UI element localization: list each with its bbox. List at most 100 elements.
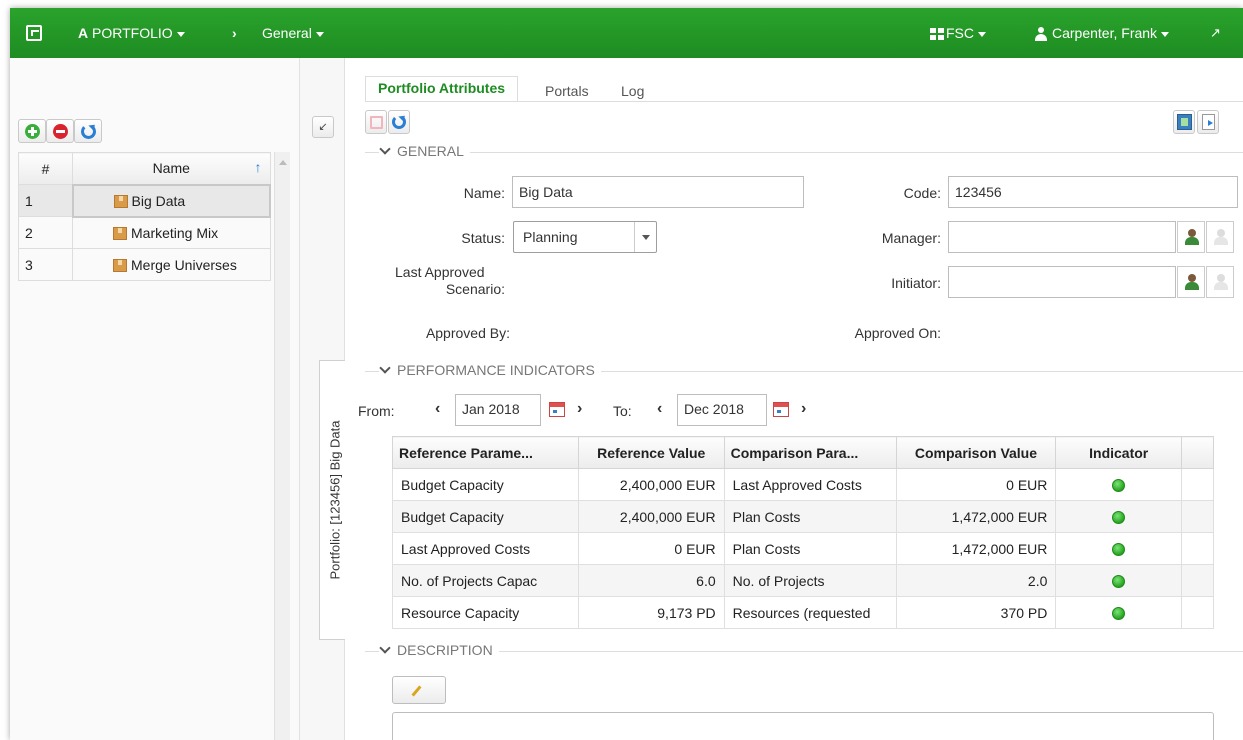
cmp-param-cell: Plan Costs: [723, 500, 897, 533]
tab-log[interactable]: Log: [621, 80, 644, 106]
add-person-icon: [1185, 274, 1199, 290]
ref-value-cell: 2,400,000 EUR: [577, 500, 725, 533]
last-approved-label-line2: Scenario:: [445, 281, 505, 297]
remove-button[interactable]: [46, 119, 74, 143]
table-row[interactable]: Budget Capacity 2,400,000 EUR Plan Costs…: [392, 500, 1214, 533]
filler-cell: [1181, 500, 1214, 533]
ref-value-cell: 9,173 PD: [577, 596, 725, 629]
clear-initiator-button[interactable]: [1206, 266, 1234, 298]
table-row[interactable]: Budget Capacity 2,400,000 EUR Last Appro…: [392, 468, 1214, 501]
export-button[interactable]: [1197, 110, 1219, 134]
name-input[interactable]: [512, 176, 804, 208]
column-header-filler: [1181, 436, 1214, 469]
export-excel-button[interactable]: [1173, 110, 1195, 134]
refresh-icon: [392, 115, 406, 129]
name-label: Name:: [463, 185, 505, 201]
column-header-cmp-param[interactable]: Comparison Para...: [723, 436, 897, 469]
clear-manager-button[interactable]: [1206, 221, 1234, 253]
edit-description-button[interactable]: [392, 676, 446, 704]
portfolio-list-panel: # Name ↑ 1 Big Data 2 Marketing Mix 3 Mer…: [10, 58, 300, 740]
status-select[interactable]: Planning: [513, 221, 657, 253]
calendar-icon[interactable]: [773, 402, 789, 417]
portfolio-box-icon: [113, 258, 127, 272]
cmp-value-cell: 0 EUR: [895, 468, 1057, 501]
performance-section-label: PERFORMANCE INDICATORS: [397, 362, 595, 378]
column-header-ref-value[interactable]: Reference Value: [577, 436, 725, 469]
manager-input[interactable]: [948, 221, 1176, 253]
grid-icon: [930, 28, 944, 41]
status-green-icon: [1112, 543, 1126, 557]
chevron-down-icon: [1161, 31, 1170, 37]
row-name-label: Big Data: [131, 192, 186, 209]
performance-section-header[interactable]: PERFORMANCE INDICATORS: [365, 362, 1243, 380]
breadcrumb-separator-icon: ›: [232, 25, 237, 41]
top-navigation-bar: A PORTFOLIO › General FSC Carpenter, Fra…: [10, 8, 1243, 58]
table-header-row: Reference Parame... Reference Value Comp…: [392, 436, 1214, 469]
user-menu[interactable]: Carpenter, Frank: [1034, 8, 1170, 58]
description-section-header[interactable]: DESCRIPTION: [365, 642, 1243, 660]
table-row[interactable]: 2 Marketing Mix: [18, 216, 271, 249]
collapse-panel-button[interactable]: ↙: [312, 116, 334, 138]
initiator-label: Initiator:: [891, 275, 941, 291]
status-green-icon: [1112, 607, 1126, 621]
sort-ascending-icon: ↑: [254, 159, 262, 175]
description-textarea[interactable]: [392, 712, 1214, 740]
remove-person-icon: [1214, 274, 1228, 290]
cmp-param-cell: Last Approved Costs: [723, 468, 897, 501]
last-approved-label-line1: Last Approved: [395, 264, 485, 280]
from-next-icon[interactable]: ›: [577, 400, 582, 418]
tab-portfolio-attributes[interactable]: Portfolio Attributes: [365, 76, 519, 102]
approved-by-label: Approved By:: [425, 325, 510, 341]
to-next-icon[interactable]: ›: [801, 400, 806, 418]
table-row[interactable]: 1 Big Data: [18, 183, 271, 218]
refresh-button[interactable]: [388, 110, 410, 134]
column-header-cmp-value[interactable]: Comparison Value: [895, 436, 1057, 469]
ref-value-cell: 2,400,000 EUR: [577, 468, 725, 501]
portfolio-menu[interactable]: A PORTFOLIO: [78, 8, 185, 58]
portfolio-box-icon: [113, 194, 128, 208]
ref-param-cell: Budget Capacity: [392, 468, 579, 501]
filler-cell: [1181, 564, 1214, 597]
code-input[interactable]: [948, 176, 1238, 208]
status-green-icon: [1112, 479, 1126, 493]
from-date-input[interactable]: Jan 2018: [455, 394, 541, 426]
calendar-icon[interactable]: [549, 402, 565, 417]
select-manager-button[interactable]: [1177, 221, 1205, 253]
to-prev-icon[interactable]: ‹: [657, 400, 662, 418]
general-section-header[interactable]: GENERAL: [365, 143, 1243, 161]
app-logo-icon[interactable]: [26, 25, 42, 41]
add-button[interactable]: [18, 119, 46, 143]
column-header-num[interactable]: #: [18, 152, 73, 185]
expand-icon[interactable]: ↗: [1210, 8, 1221, 58]
save-icon: [370, 116, 383, 129]
indicator-cell: [1055, 564, 1183, 597]
table-row[interactable]: Resource Capacity 9,173 PD Resources (re…: [392, 596, 1214, 629]
ref-param-cell: No. of Projects Capac: [392, 564, 579, 597]
panel-gutter: ↙ Portfolio: [123456] Big Data: [300, 58, 349, 740]
remove-person-icon: [1214, 229, 1228, 245]
initiator-input[interactable]: [948, 266, 1176, 298]
from-prev-icon[interactable]: ‹: [435, 400, 440, 418]
column-header-ref-param[interactable]: Reference Parame...: [392, 436, 579, 469]
to-date-input[interactable]: Dec 2018: [677, 394, 767, 426]
section-divider: [365, 152, 1243, 153]
table-row[interactable]: No. of Projects Capac 6.0 No. of Project…: [392, 564, 1214, 597]
breadcrumb-general-menu[interactable]: General: [262, 8, 324, 58]
list-scrollbar[interactable]: [274, 152, 290, 740]
description-section-label: DESCRIPTION: [397, 642, 493, 658]
portfolio-list-table: # Name ↑ 1 Big Data 2 Marketing Mix 3 Mer…: [18, 152, 271, 281]
org-menu[interactable]: FSC: [930, 8, 986, 58]
column-header-name[interactable]: Name ↑: [72, 152, 271, 185]
select-initiator-button[interactable]: [1177, 266, 1205, 298]
refresh-list-button[interactable]: [74, 119, 102, 143]
row-name-label: Marketing Mix: [131, 224, 219, 241]
row-num: 1: [18, 184, 73, 217]
column-header-indicator[interactable]: Indicator: [1055, 436, 1183, 469]
table-row[interactable]: 3 Merge Universes: [18, 248, 271, 281]
tab-portals[interactable]: Portals: [545, 80, 589, 106]
save-button[interactable]: [365, 110, 387, 134]
user-icon: [1034, 27, 1048, 42]
table-row[interactable]: Last Approved Costs 0 EUR Plan Costs 1,4…: [392, 532, 1214, 565]
portfolio-box-icon: [113, 226, 127, 240]
general-section-label: GENERAL: [397, 143, 464, 159]
